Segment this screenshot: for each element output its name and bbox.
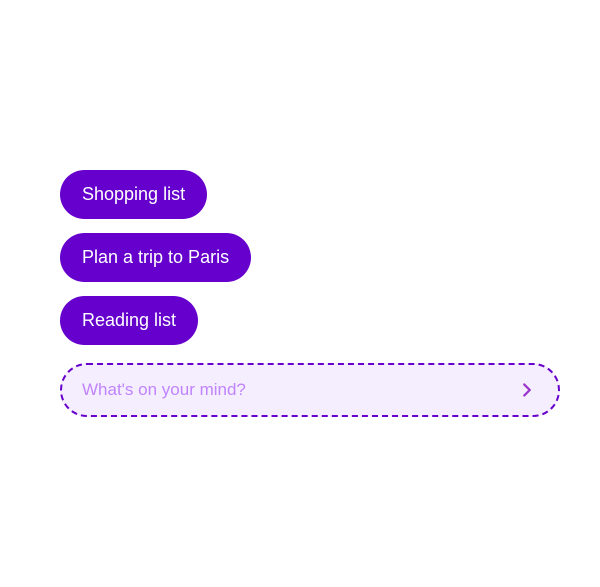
suggestion-chip-paris[interactable]: Plan a trip to Paris — [60, 233, 251, 282]
send-button[interactable] — [516, 379, 538, 401]
send-icon — [516, 379, 538, 401]
mind-input[interactable] — [82, 380, 506, 400]
main-container: Shopping list Plan a trip to Paris Readi… — [40, 150, 580, 437]
input-wrapper — [60, 363, 560, 417]
suggestion-chip-reading[interactable]: Reading list — [60, 296, 198, 345]
chip-label-paris: Plan a trip to Paris — [82, 247, 229, 268]
chip-label-shopping: Shopping list — [82, 184, 185, 205]
chip-label-reading: Reading list — [82, 310, 176, 331]
suggestion-chip-shopping[interactable]: Shopping list — [60, 170, 207, 219]
